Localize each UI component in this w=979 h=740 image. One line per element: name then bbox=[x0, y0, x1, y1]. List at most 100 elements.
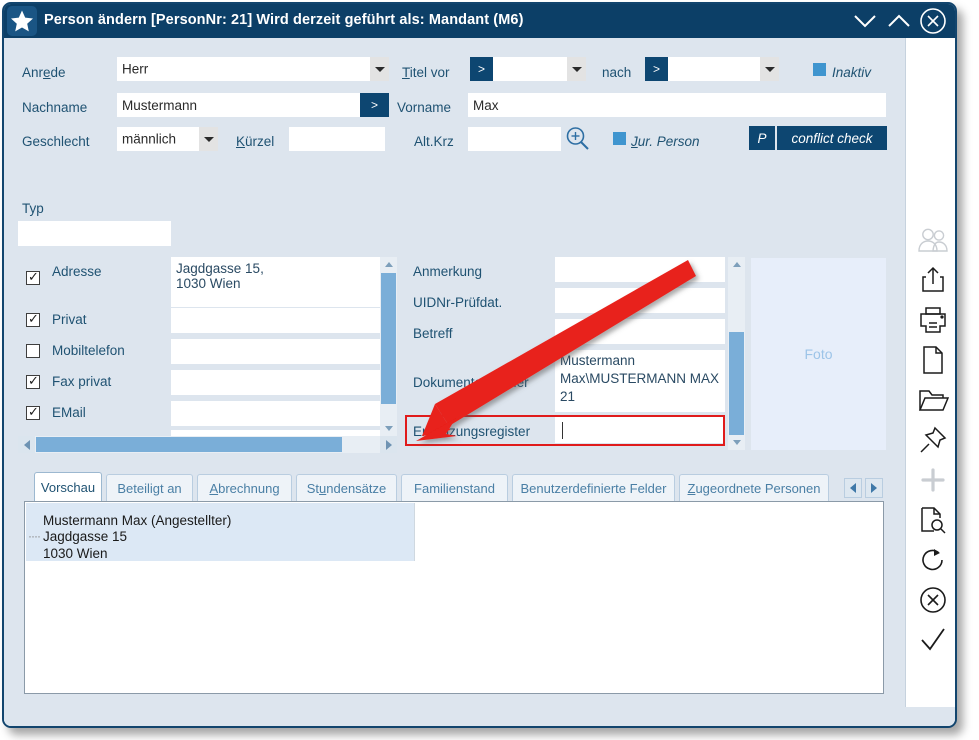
betreff-input[interactable] bbox=[555, 319, 725, 344]
dokumentenordner-line1: Mustermann bbox=[560, 353, 636, 368]
conflict-check-button[interactable]: conflict check bbox=[777, 126, 887, 150]
inaktiv-label: Inaktiv bbox=[832, 65, 872, 80]
magnifier-plus-icon[interactable] bbox=[564, 125, 591, 157]
adresse-label: Adresse bbox=[52, 264, 102, 279]
adresse-checkbox[interactable]: ✓ bbox=[26, 270, 40, 285]
tree-connector: ···· bbox=[28, 529, 41, 543]
dokumentenordner-line2: Max\MUSTERMANN MAX bbox=[560, 371, 720, 386]
document-search-icon[interactable] bbox=[906, 500, 955, 540]
chevron-up-icon[interactable] bbox=[883, 6, 915, 36]
tab-scroll-next-button[interactable] bbox=[865, 478, 883, 498]
dokumentenordner-line3: 21 bbox=[560, 389, 576, 404]
detail-panel-vscrollbar[interactable] bbox=[728, 257, 745, 450]
cancel-circle-icon[interactable] bbox=[906, 580, 955, 620]
window-body: Anrede Herr Titel vor > nach > Inaktiv N… bbox=[4, 38, 955, 726]
nach-lookup-button[interactable]: > bbox=[645, 57, 668, 81]
anrede-label: Anrede bbox=[22, 65, 66, 80]
geschlecht-label: Geschlecht bbox=[22, 134, 90, 149]
tab-vorschau[interactable]: Vorschau bbox=[34, 472, 102, 501]
screenshot-root: Person ändern [PersonNr: 21] Wird derzei… bbox=[0, 0, 979, 740]
jur-person-checkbox[interactable] bbox=[613, 132, 626, 145]
confirm-check-icon[interactable] bbox=[906, 620, 955, 660]
chevron-down-icon[interactable] bbox=[199, 127, 218, 151]
privat-checkbox[interactable]: ✓ bbox=[26, 312, 40, 327]
window-titlebar: Person ändern [PersonNr: 21] Wird derzei… bbox=[4, 4, 955, 38]
foto-placeholder[interactable]: Foto bbox=[751, 258, 886, 450]
vorname-input[interactable] bbox=[468, 93, 886, 117]
dokumentenordner-value[interactable]: Mustermann Max\MUSTERMANN MAX 21 bbox=[555, 350, 725, 412]
tab-label: Vorschau bbox=[40, 479, 96, 495]
form-area: Anrede Herr Titel vor > nach > Inaktiv N… bbox=[4, 38, 905, 726]
tab-benutzerdefinierte-felder[interactable]: Benutzerdefinierte Felder bbox=[512, 474, 675, 501]
tab-label: Stundensätze bbox=[306, 480, 387, 496]
titel-vor-label: Titel vor bbox=[402, 65, 450, 80]
window-title: Person ändern [PersonNr: 21] Wird derzei… bbox=[44, 12, 524, 28]
folder-icon[interactable] bbox=[906, 380, 955, 420]
fax-privat-label: Fax privat bbox=[52, 374, 112, 389]
scroll-down-icon[interactable] bbox=[380, 421, 397, 436]
tab-zugeordnete-personen[interactable]: Zugeordnete Personen bbox=[679, 474, 829, 501]
nachname-lookup-button[interactable]: > bbox=[360, 93, 389, 117]
typ-input[interactable] bbox=[18, 221, 171, 246]
text-cursor bbox=[562, 422, 563, 439]
anrede-select[interactable]: Herr bbox=[117, 57, 389, 81]
share-export-icon[interactable] bbox=[906, 260, 955, 300]
nachname-input[interactable] bbox=[117, 93, 360, 117]
foto-label: Foto bbox=[804, 346, 833, 362]
jur-person-label: Jur. Person bbox=[631, 134, 700, 149]
adresse-line2: 1030 Wien bbox=[176, 276, 241, 291]
chevron-down-icon[interactable] bbox=[567, 57, 586, 81]
fax-privat-checkbox[interactable]: ✓ bbox=[26, 374, 40, 389]
email-checkbox[interactable]: ✓ bbox=[26, 405, 40, 420]
print-icon[interactable] bbox=[906, 300, 955, 340]
scroll-thumb[interactable] bbox=[729, 332, 744, 437]
scroll-up-icon[interactable] bbox=[380, 257, 397, 272]
alt-krz-input[interactable] bbox=[468, 127, 561, 151]
kuerzel-input[interactable] bbox=[289, 127, 385, 151]
titel-vor-select[interactable] bbox=[493, 57, 586, 81]
scroll-up-icon[interactable] bbox=[728, 257, 745, 272]
alt-krz-label: Alt.Krz bbox=[414, 134, 454, 149]
tab-label: Beteiligt an bbox=[117, 480, 182, 496]
privat-input[interactable] bbox=[171, 308, 380, 333]
tab-scroll-prev-button[interactable] bbox=[844, 478, 862, 498]
adresse-line1: Jagdgasse 15, bbox=[176, 261, 264, 276]
close-icon[interactable] bbox=[917, 6, 949, 36]
tab-strip: Vorschau Beteiligt an Abrechnung Stunden… bbox=[4, 442, 884, 501]
tab-abrechnung[interactable]: Abrechnung bbox=[197, 474, 292, 501]
ergaenzungsregister-input[interactable] bbox=[555, 417, 725, 443]
chevron-down-icon[interactable] bbox=[370, 57, 389, 81]
preview-line-3: 1030 Wien bbox=[43, 546, 108, 561]
uidnr-pruefdat-label: UIDNr-Prüfdat. bbox=[413, 295, 503, 310]
pin-icon[interactable] bbox=[906, 420, 955, 460]
refresh-icon[interactable] bbox=[906, 540, 955, 580]
uidnr-pruefdat-input[interactable] bbox=[555, 288, 725, 313]
tab-stundensaetze[interactable]: Stundensätze bbox=[296, 474, 397, 501]
email-input[interactable] bbox=[171, 401, 380, 426]
tab-familienstand[interactable]: Familienstand bbox=[401, 474, 508, 501]
adresse-value[interactable]: Jagdgasse 15, 1030 Wien bbox=[171, 257, 380, 307]
document-icon[interactable] bbox=[906, 340, 955, 380]
person-edit-window: Person ändern [PersonNr: 21] Wird derzei… bbox=[2, 2, 957, 728]
privat-label: Privat bbox=[52, 312, 87, 327]
anmerkung-input[interactable] bbox=[555, 257, 725, 282]
ergaenzungsregister-label: Ergänzungsregister bbox=[413, 424, 531, 439]
titel-vor-lookup-button[interactable]: > bbox=[470, 57, 493, 81]
plus-icon bbox=[906, 460, 955, 500]
p-button[interactable]: P bbox=[749, 126, 775, 150]
chevron-down-icon[interactable] bbox=[849, 6, 881, 36]
mobiltelefon-input[interactable] bbox=[171, 339, 380, 364]
window-controls bbox=[849, 6, 949, 36]
fax-privat-input[interactable] bbox=[171, 370, 380, 395]
tab-beteiligt-an[interactable]: Beteiligt an bbox=[106, 474, 193, 501]
inaktiv-checkbox[interactable] bbox=[813, 63, 826, 76]
anrede-value: Herr bbox=[122, 61, 149, 77]
tab-label: Familienstand bbox=[414, 480, 495, 496]
scroll-thumb[interactable] bbox=[381, 273, 396, 404]
mobiltelefon-checkbox[interactable] bbox=[26, 344, 40, 358]
contact-list-vscrollbar[interactable] bbox=[380, 257, 397, 436]
tree-column-divider bbox=[414, 503, 415, 561]
nach-select[interactable] bbox=[668, 57, 779, 81]
geschlecht-select[interactable]: männlich bbox=[117, 127, 218, 151]
chevron-down-icon[interactable] bbox=[760, 57, 779, 81]
